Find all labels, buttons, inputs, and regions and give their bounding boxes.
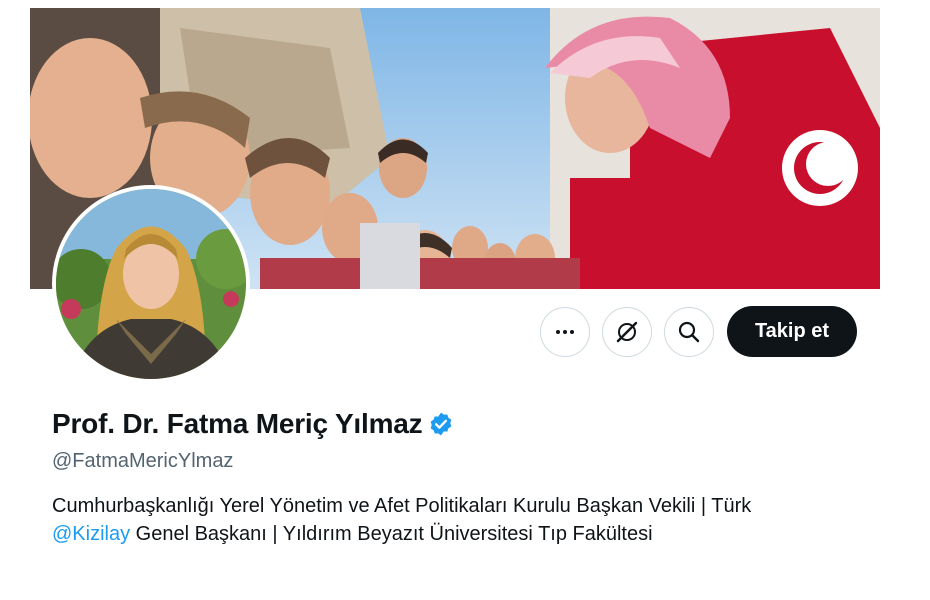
- search-icon: [678, 321, 700, 342]
- name-row: Prof. Dr. Fatma Meriç Yılmaz: [52, 408, 454, 440]
- display-name: Prof. Dr. Fatma Meriç Yılmaz: [52, 408, 423, 439]
- verified-badge-icon[interactable]: [428, 411, 454, 437]
- search-button[interactable]: [664, 306, 714, 357]
- user-handle: @FatmaMericYlmaz: [52, 450, 234, 472]
- avatar-photo: [56, 189, 246, 379]
- bio-text-1: Cumhurbaşkanlığı Yerel Yönetim ve Afet P…: [52, 495, 752, 517]
- grok-icon: [616, 321, 638, 342]
- follow-button[interactable]: Takip et: [727, 306, 857, 357]
- profile-actions: Takip et: [540, 306, 857, 357]
- grok-button[interactable]: [602, 306, 652, 357]
- bio-text-2: Genel Başkanı | Yıldırım Beyazıt Ünivers…: [130, 523, 653, 545]
- more-button[interactable]: [540, 306, 590, 357]
- more-icon: [556, 329, 574, 334]
- bio-mention-link[interactable]: @Kizilay: [52, 523, 130, 545]
- profile-avatar[interactable]: [52, 185, 250, 383]
- profile-bio: Cumhurbaşkanlığı Yerel Yönetim ve Afet P…: [52, 492, 852, 548]
